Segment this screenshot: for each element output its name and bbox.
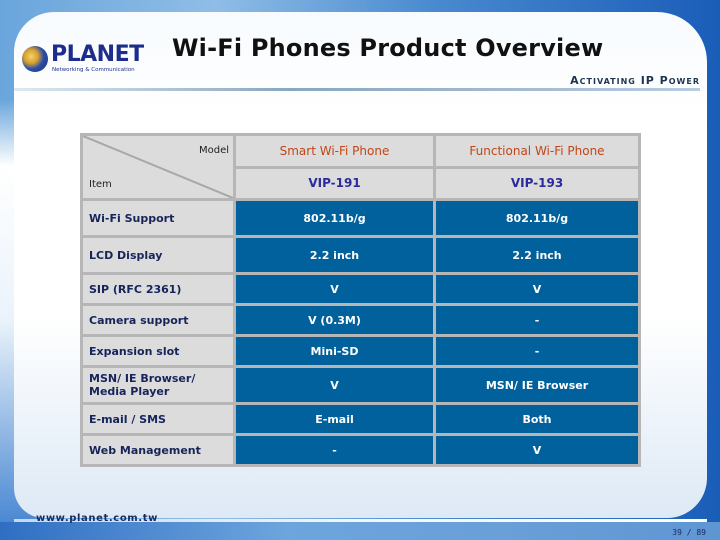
table-row: Camera support V (0.3M) - (80, 303, 641, 337)
globe-icon (22, 46, 48, 72)
feature-label: Wi-Fi Support (80, 198, 236, 238)
feature-label-line: Media Player (89, 385, 170, 398)
table-row: Expansion slot Mini-SD - (80, 334, 641, 368)
page-title: Wi-Fi Phones Product Overview (172, 34, 604, 62)
feature-label: Camera support (80, 303, 236, 337)
table-row: MSN/ IE Browser/ Media Player V MSN/ IE … (80, 365, 641, 405)
value-cell: 2.2 inch (233, 235, 436, 275)
logo-tagline: Networking & Communication (52, 67, 135, 73)
page-number: 39 / 89 (672, 528, 706, 537)
value-cell: V (0.3M) (233, 303, 436, 337)
table-row: Wi-Fi Support 802.11b/g 802.11b/g (80, 198, 641, 238)
model-code-cell: VIP-191 (233, 165, 436, 201)
feature-label: Web Management (80, 433, 236, 467)
feature-label: LCD Display (80, 235, 236, 275)
slogan: Activating IP Power (570, 74, 700, 87)
feature-label: Expansion slot (80, 334, 236, 368)
feature-label: MSN/ IE Browser/ Media Player (80, 365, 236, 405)
product-comparison-table: Model Item Smart Wi-Fi Phone Functional … (80, 133, 641, 467)
table-header-row: Model Item Smart Wi-Fi Phone Functional … (80, 133, 641, 201)
value-cell: 2.2 inch (433, 235, 641, 275)
value-cell: V (433, 433, 641, 467)
footer-band (0, 522, 720, 540)
value-cell: V (233, 365, 436, 405)
value-cell: Mini-SD (233, 334, 436, 368)
feature-label: E-mail / SMS (80, 402, 236, 436)
value-cell: - (233, 433, 436, 467)
model-axis-label: Model (198, 145, 229, 156)
model-code-cell: VIP-193 (433, 165, 641, 201)
model-name-cell: Smart Wi-Fi Phone (233, 133, 436, 169)
table-row: LCD Display 2.2 inch 2.2 inch (80, 235, 641, 275)
website-url: www.planet.com.tw (36, 513, 158, 524)
value-cell: 802.11b/g (233, 198, 436, 238)
value-cell: - (433, 303, 641, 337)
corner-header-cell: Model Item (80, 133, 236, 201)
value-cell: 802.11b/g (433, 198, 641, 238)
table-row: E-mail / SMS E-mail Both (80, 402, 641, 436)
planet-logo: PLANET Networking & Communication (22, 42, 144, 76)
value-cell: Both (433, 402, 641, 436)
model-name-cell: Functional Wi-Fi Phone (433, 133, 641, 169)
value-cell: - (433, 334, 641, 368)
feature-label: SIP (RFC 2361) (80, 272, 236, 306)
item-axis-label: Item (89, 179, 112, 190)
value-cell: MSN/ IE Browser (433, 365, 641, 405)
feature-label-line: MSN/ IE Browser/ (89, 372, 196, 385)
value-cell: E-mail (233, 402, 436, 436)
table-row: Web Management - V (80, 433, 641, 467)
header-divider (14, 88, 700, 91)
logo-wordmark: PLANET (51, 42, 144, 67)
value-cell: V (433, 272, 641, 306)
table-row: SIP (RFC 2361) V V (80, 272, 641, 306)
value-cell: V (233, 272, 436, 306)
